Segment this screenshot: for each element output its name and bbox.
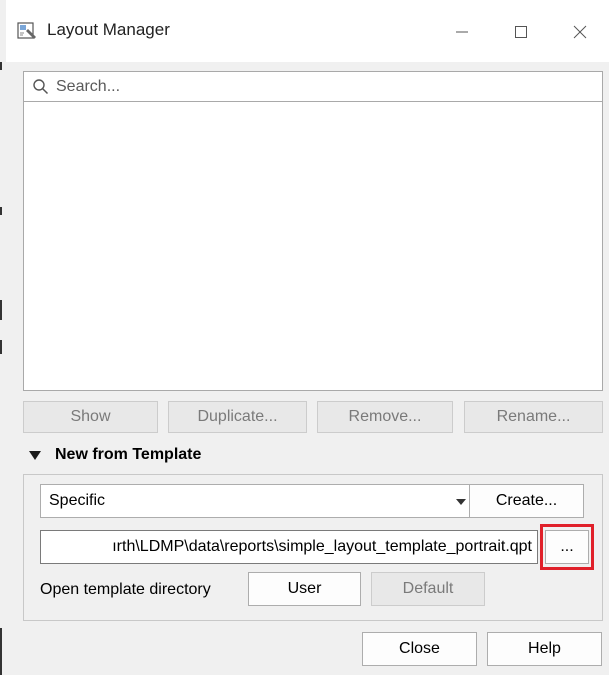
search-placeholder: Search... xyxy=(56,78,121,95)
layout-list[interactable] xyxy=(23,101,603,391)
layout-manager-window: Layout Manager Search... Show Duplicate.… xyxy=(0,0,609,675)
template-path-value: ırth\LDMP\data\reports\simple_layout_tem… xyxy=(112,538,532,555)
section-header-label: New from Template xyxy=(55,446,202,463)
open-template-directory-label: Open template directory xyxy=(40,581,211,598)
close-x-icon xyxy=(573,25,587,39)
dialog-body: Search... Show Duplicate... Remove... Re… xyxy=(6,62,609,675)
close-button-label: Close xyxy=(399,640,440,657)
search-input[interactable]: Search... xyxy=(23,71,603,101)
user-directory-button[interactable]: User xyxy=(248,572,361,606)
remove-button-label: Remove... xyxy=(348,408,422,425)
search-icon xyxy=(33,79,49,95)
user-button-label: User xyxy=(287,580,322,597)
new-from-template-toggle[interactable]: New from Template xyxy=(26,444,201,466)
background-edge-mark xyxy=(0,207,2,215)
default-button-label: Default xyxy=(402,580,454,597)
background-edge-mark xyxy=(0,628,2,675)
duplicate-button-label: Duplicate... xyxy=(197,408,278,425)
remove-button[interactable]: Remove... xyxy=(317,401,453,433)
highlight-annotation xyxy=(540,524,594,570)
maximize-button[interactable] xyxy=(503,14,539,50)
template-path-input[interactable]: ırth\LDMP\data\reports\simple_layout_tem… xyxy=(40,530,538,564)
title-bar[interactable]: Layout Manager xyxy=(6,0,609,62)
minimize-button[interactable] xyxy=(444,14,480,50)
show-button-label: Show xyxy=(70,408,111,425)
create-button-label: Create... xyxy=(495,492,558,509)
chevron-down-icon xyxy=(456,499,466,505)
maximize-icon xyxy=(515,26,527,38)
help-button-label: Help xyxy=(528,640,561,657)
duplicate-button[interactable]: Duplicate... xyxy=(168,401,307,433)
window-title: Layout Manager xyxy=(47,20,170,39)
rename-button[interactable]: Rename... xyxy=(464,401,603,433)
create-button[interactable]: Create... xyxy=(469,484,584,518)
collapse-triangle-icon xyxy=(29,451,41,460)
close-button[interactable]: Close xyxy=(362,632,477,666)
show-button[interactable]: Show xyxy=(23,401,158,433)
background-edge-mark xyxy=(0,340,2,354)
rename-button-label: Rename... xyxy=(496,408,571,425)
background-edge-mark xyxy=(0,62,2,70)
layout-manager-icon xyxy=(17,22,36,39)
background-edge-mark xyxy=(0,300,2,320)
help-button[interactable]: Help xyxy=(487,632,602,666)
default-directory-button[interactable]: Default xyxy=(371,572,485,606)
template-type-value: Specific xyxy=(49,492,106,509)
minimize-icon xyxy=(456,31,468,33)
close-window-button[interactable] xyxy=(562,14,598,50)
template-type-dropdown[interactable]: Specific xyxy=(40,484,477,518)
